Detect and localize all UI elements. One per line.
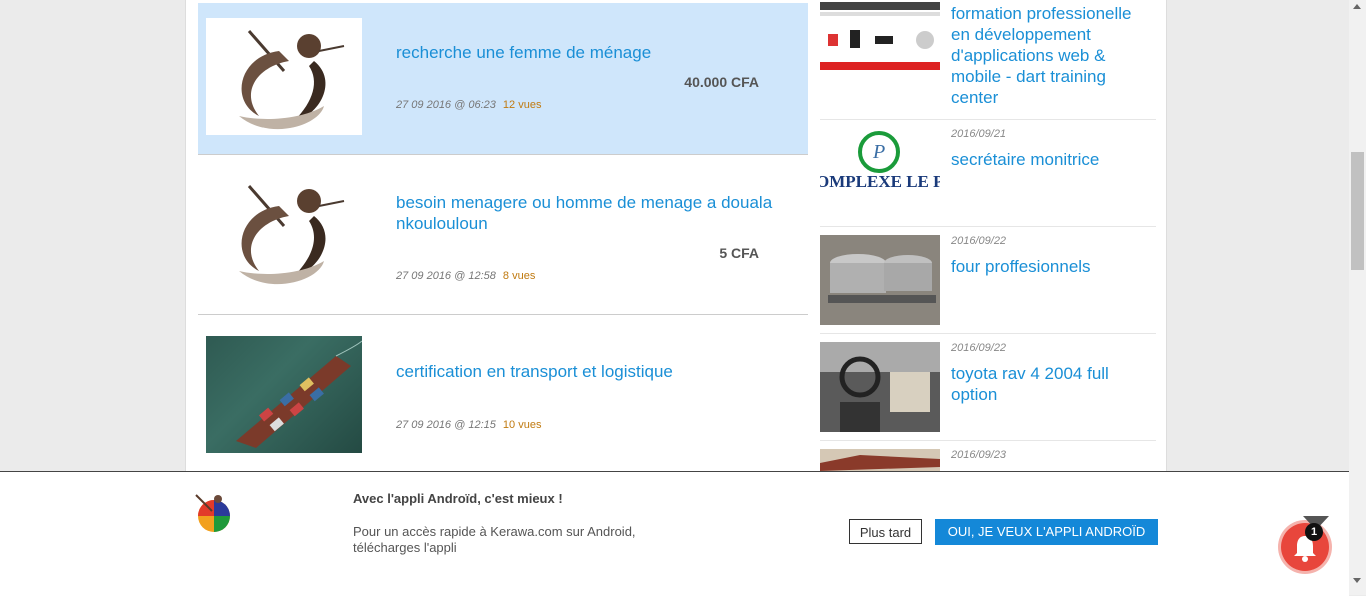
sidebar-item-title[interactable]: formation professionelle en développemen… [951, 3, 1151, 108]
cooking-pots-image [820, 235, 940, 325]
sidebar-item[interactable]: P OMPLEXE LE PREST 2016/09/21 secrétaire… [820, 120, 1156, 227]
listing-item[interactable]: recherche une femme de ménage 40.000 CFA… [198, 3, 808, 155]
download-app-button[interactable]: OUI, JE VEUX L'APPLI ANDROÏD [935, 519, 1158, 545]
listing-views: 8 vues [502, 270, 536, 282]
sidebar-item-image[interactable] [820, 449, 940, 471]
sidebar-item-title[interactable]: secrétaire monitrice [951, 149, 1151, 170]
sidebar-item[interactable]: formation professionelle en développemen… [820, 0, 1156, 120]
scroll-up-arrow-icon[interactable] [1353, 4, 1361, 9]
listing-thumbnail[interactable] [206, 18, 362, 135]
listing-title[interactable]: recherche une femme de ménage [396, 42, 651, 63]
car-interior-image [820, 342, 940, 432]
listing-thumbnail[interactable] [206, 336, 362, 453]
banner-text: Pour un accès rapide à Kerawa.com sur An… [353, 524, 636, 555]
sidebar-item-image[interactable]: P OMPLEXE LE PREST [820, 128, 940, 218]
listing-meta: 27 09 2016 @ 12:15 10 vues [396, 419, 541, 431]
banner-title: Avec l'appli Androïd, c'est mieux ! [353, 491, 563, 506]
kerawa-logo-icon [239, 29, 345, 129]
listing-date: 27 09 2016 @ 06:23 [396, 99, 496, 111]
sidebar-item-image[interactable] [820, 235, 940, 325]
sidebar-item-title[interactable]: toyota rav 4 2004 full option [951, 363, 1151, 405]
app-promo-banner: Avec l'appli Androïd, c'est mieux ! Pour… [0, 471, 1349, 596]
listing-meta: 27 09 2016 @ 06:23 12 vues [396, 99, 541, 111]
listing-price: 5 CFA [719, 245, 759, 261]
sidebar-item-date: 2016/09/22 [951, 342, 1007, 354]
sidebar-item[interactable]: 2016/09/22 four proffesionnels [820, 227, 1156, 334]
kerawa-app-logo-icon [192, 491, 236, 535]
sidebar-item-date: 2016/09/22 [951, 235, 1007, 247]
listing-item[interactable]: certification en transport et logistique… [198, 315, 808, 475]
later-button[interactable]: Plus tard [849, 519, 922, 544]
sidebar-item-date: 2016/09/23 [951, 449, 1007, 461]
listing-title[interactable]: certification en transport et logistique [396, 361, 673, 382]
scroll-down-arrow-icon[interactable] [1353, 578, 1361, 583]
sidebar-item[interactable]: 2016/09/23 [820, 441, 1156, 471]
training-flyer-image [820, 2, 940, 70]
sidebar-item[interactable]: 2016/09/22 toyota rav 4 2004 full option [820, 334, 1156, 441]
listing-views: 10 vues [502, 419, 542, 431]
building-image [820, 449, 940, 471]
listing-date: 27 09 2016 @ 12:15 [396, 419, 496, 431]
sidebar-item-date: 2016/09/21 [951, 128, 1007, 140]
sidebar-item-title[interactable]: four proffesionnels [951, 256, 1151, 277]
page-scrollbar[interactable] [1349, 0, 1366, 595]
svg-text:P: P [872, 141, 885, 163]
cargo-ship-image [236, 340, 362, 448]
sidebar-item-image[interactable] [820, 342, 940, 432]
listing-item[interactable]: besoin menagere ou homme de menage a dou… [198, 155, 808, 315]
listing-thumbnail[interactable] [206, 173, 362, 290]
listing-date: 27 09 2016 @ 12:58 [396, 270, 496, 282]
listing-views: 12 vues [502, 99, 542, 111]
listing-price: 40.000 CFA [684, 74, 759, 90]
notification-count-badge: 1 [1305, 523, 1323, 541]
kerawa-logo-icon [239, 184, 345, 284]
scrollbar-thumb[interactable] [1351, 152, 1364, 270]
listing-title[interactable]: besoin menagere ou homme de menage a dou… [396, 192, 806, 234]
company-logo-text: OMPLEXE LE PREST [820, 172, 940, 191]
listing-meta: 27 09 2016 @ 12:58 8 vues [396, 270, 535, 282]
sidebar-item-image[interactable] [820, 2, 940, 70]
